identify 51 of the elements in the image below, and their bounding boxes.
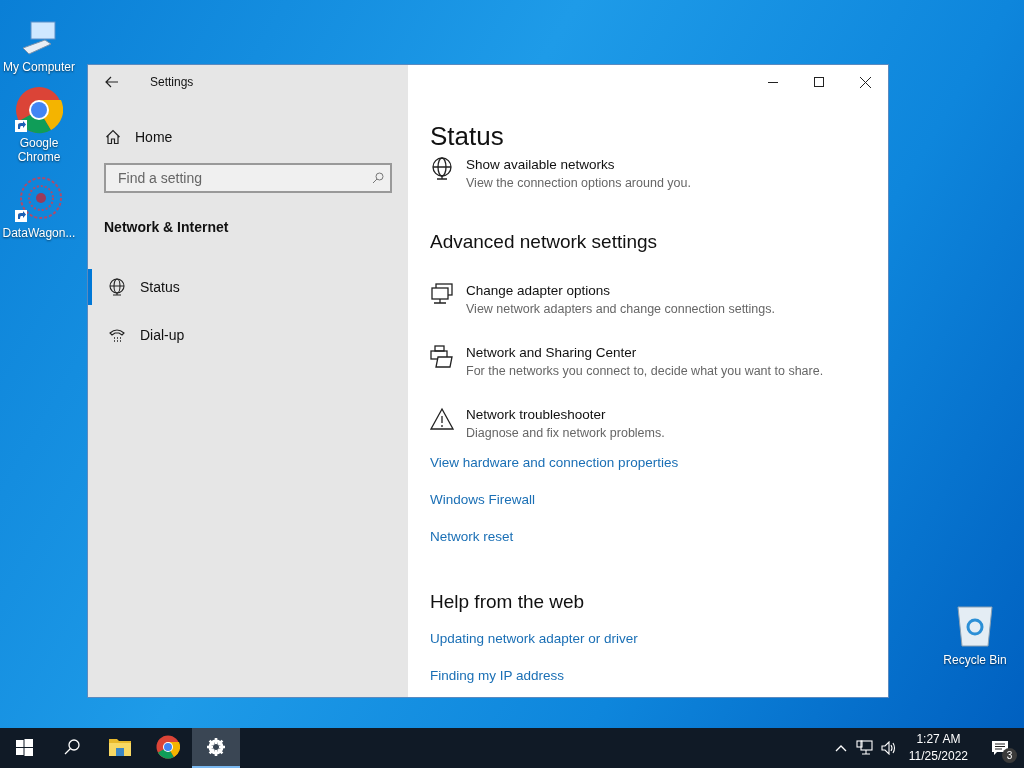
maximize-icon xyxy=(814,77,824,87)
settings-option[interactable]: Change adapter options View network adapters and change connection settings. xyxy=(430,281,775,319)
network-globe-icon xyxy=(430,157,454,181)
speaker-icon xyxy=(880,741,897,755)
page-title: Status xyxy=(430,120,504,153)
monitors-icon xyxy=(430,283,454,307)
close-icon xyxy=(859,76,871,88)
home-nav-item[interactable]: Home xyxy=(105,119,173,155)
date-text: 11/25/2022 xyxy=(908,748,968,765)
chevron-up-icon xyxy=(834,744,847,752)
recycle-bin-icon[interactable] xyxy=(955,603,995,647)
home-icon xyxy=(105,129,121,145)
windows-logo-icon xyxy=(15,738,33,756)
settings-link[interactable]: Windows Firewall xyxy=(430,490,536,510)
app-icon[interactable] xyxy=(15,176,63,224)
clock[interactable]: 1:27 AM 11/25/2022 xyxy=(900,728,976,768)
phone-icon xyxy=(108,326,126,344)
back-arrow-icon xyxy=(105,76,119,88)
gear-icon xyxy=(207,738,225,756)
taskbar-button[interactable] xyxy=(192,728,240,768)
desktop-icon-label[interactable]: Google Chrome xyxy=(1,136,77,164)
settings-option[interactable]: Show available networks View the connection options around you. xyxy=(430,155,691,193)
folder-icon xyxy=(109,738,131,756)
search-input[interactable]: Find a setting xyxy=(116,169,372,187)
sidebar-item[interactable]: Status xyxy=(88,269,408,305)
chrome-icon[interactable] xyxy=(15,86,63,134)
network-icon xyxy=(856,740,874,756)
search-field[interactable]: Find a setting xyxy=(104,163,392,193)
window-title: Settings xyxy=(150,75,194,89)
section-heading: Network & Internet xyxy=(104,219,230,235)
notification-count-badge: 3 xyxy=(1002,748,1017,763)
notifications-button[interactable]: 3 xyxy=(976,728,1024,768)
search-icon xyxy=(64,739,80,755)
settings-option[interactable]: Network and Sharing Center For the networks you connect to, decide what you want to share. xyxy=(430,343,824,381)
chrome-icon xyxy=(156,735,180,759)
settings-link[interactable]: Finding my IP address xyxy=(430,666,565,686)
settings-option[interactable]: Network troubleshooter Diagnose and fix network problems. xyxy=(430,405,665,443)
desktop-icon-label[interactable]: My Computer xyxy=(3,60,75,74)
desktop-icon-label[interactable]: Recycle Bin xyxy=(943,653,1007,667)
settings-link[interactable]: Updating network adapter or driver xyxy=(430,629,638,649)
settings-link[interactable]: View hardware and connection properties xyxy=(430,453,679,473)
section-heading: Help from the web xyxy=(430,590,585,614)
printer-folder-icon xyxy=(430,345,454,369)
section-heading: Advanced network settings xyxy=(430,230,658,254)
warning-icon xyxy=(430,407,454,431)
settings-link[interactable]: Network reset xyxy=(430,527,514,547)
time-text: 1:27 AM xyxy=(916,731,961,748)
search-icon xyxy=(372,172,384,184)
desktop-icon-label[interactable]: DataWagon... xyxy=(2,226,76,240)
sidebar-item[interactable]: Dial-up xyxy=(88,317,408,353)
network-globe-icon xyxy=(108,278,126,296)
